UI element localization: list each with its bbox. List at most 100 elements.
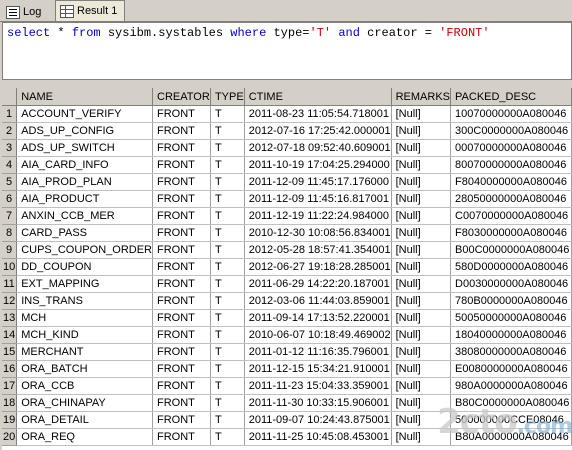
table-cell[interactable]: 2011-06-29 14:22:20.187001 xyxy=(244,275,392,293)
table-row[interactable]: 20 ORA_REQ FRONT T 2011-11-25 10:45:08.45300… xyxy=(2,428,572,446)
table-row[interactable]: 3 ADS_UP_SWITCH FRONT T 2012-07-18 09:52:40.… xyxy=(2,139,572,157)
table-cell[interactable]: 2011-12-09 11:45:16.817001 xyxy=(244,190,392,208)
table-cell[interactable]: FRONT xyxy=(152,190,211,208)
table-cell[interactable]: T xyxy=(210,156,245,174)
row-number[interactable]: 2 xyxy=(2,122,18,140)
table-row[interactable]: 14 MCH_KIND FRONT T 2010-06-07 10:18:49.4690… xyxy=(2,326,572,344)
row-number[interactable]: 9 xyxy=(2,241,18,259)
table-row[interactable]: 18 ORA_CHINAPAY FRONT T 2011-11-30 10:33:15.… xyxy=(2,394,572,412)
table-cell[interactable]: ORA_CHINAPAY xyxy=(16,394,153,412)
table-cell[interactable]: 780B0000000A080046 xyxy=(450,292,572,310)
table-row[interactable]: 10 DD_COUPON FRONT T 2012-06-27 19:18:28.285… xyxy=(2,258,572,276)
table-cell[interactable]: [Null] xyxy=(391,309,452,327)
table-cell[interactable]: [Null] xyxy=(391,360,452,378)
table-cell[interactable]: FRONT xyxy=(152,139,211,157)
table-cell[interactable]: FRONT xyxy=(152,258,211,276)
table-cell[interactable]: MCH xyxy=(16,309,153,327)
table-cell[interactable]: T xyxy=(210,173,245,191)
table-cell[interactable]: 50050000000A080046 xyxy=(450,309,572,327)
table-cell[interactable]: INS_TRANS xyxy=(16,292,153,310)
table-row[interactable]: 6 AIA_PRODUCT FRONT T 2011-12-09 11:45:16.81… xyxy=(2,190,572,208)
row-number[interactable]: 13 xyxy=(2,309,18,327)
table-cell[interactable]: ORA_REQ xyxy=(16,428,153,446)
table-cell[interactable]: DD_COUPON xyxy=(16,258,153,276)
table-cell[interactable]: AIA_CARD_INFO xyxy=(16,156,153,174)
table-cell[interactable]: T xyxy=(210,241,245,259)
table-cell[interactable]: FRONT xyxy=(152,105,211,123)
table-cell[interactable]: ORA_CCB xyxy=(16,377,153,395)
table-cell[interactable]: FRONT xyxy=(152,122,211,140)
table-cell[interactable]: [Null] xyxy=(391,105,452,123)
row-number[interactable]: 17 xyxy=(2,377,18,395)
table-cell[interactable]: FRONT xyxy=(152,343,211,361)
table-cell[interactable]: 2012-03-06 11:44:03.859001 xyxy=(244,292,392,310)
table-cell[interactable]: 28050000000A080046 xyxy=(450,190,572,208)
table-cell[interactable]: FRONT xyxy=(152,309,211,327)
table-cell[interactable]: 00070000000A080046 xyxy=(450,139,572,157)
row-number[interactable]: 10 xyxy=(2,258,18,276)
table-cell[interactable]: ADS_UP_SWITCH xyxy=(16,139,153,157)
table-row[interactable]: 5 AIA_PROD_PLAN FRONT T 2011-12-09 11:45:17.… xyxy=(2,173,572,191)
table-cell[interactable]: T xyxy=(210,275,245,293)
table-cell[interactable]: EXT_MAPPING xyxy=(16,275,153,293)
table-cell[interactable]: 2011-08-23 11:05:54.718001 xyxy=(244,105,392,123)
table-cell[interactable]: 2012-05-28 18:57:41.354001 xyxy=(244,241,392,259)
table-cell[interactable]: [Null] xyxy=(391,139,452,157)
row-number[interactable]: 15 xyxy=(2,343,18,361)
table-cell[interactable]: 2011-11-30 10:33:15.906001 xyxy=(244,394,392,412)
table-row[interactable]: 13 MCH FRONT T 2011-09-14 17:13:52.220001 [Nu… xyxy=(2,309,572,327)
table-cell[interactable]: [Null] xyxy=(391,190,452,208)
table-cell[interactable]: T xyxy=(210,105,245,123)
table-cell[interactable]: 18040000000A080046 xyxy=(450,326,572,344)
table-cell[interactable]: FRONT xyxy=(152,241,211,259)
table-cell[interactable]: 2011-11-25 10:45:08.453001 xyxy=(244,428,392,446)
column-header-remarks[interactable]: REMARKS xyxy=(391,88,452,106)
table-cell[interactable]: [Null] xyxy=(391,292,452,310)
table-cell[interactable]: 10070000000A080046 xyxy=(450,105,572,123)
table-cell[interactable]: 2010-06-07 10:18:49.469002 xyxy=(244,326,392,344)
table-cell[interactable]: T xyxy=(210,292,245,310)
row-number[interactable]: 4 xyxy=(2,156,18,174)
table-cell[interactable]: [Null] xyxy=(391,258,452,276)
table-cell[interactable]: D0030000000A080046 xyxy=(450,275,572,293)
table-cell[interactable]: C0070000000A080046 xyxy=(450,207,572,225)
table-row[interactable]: 1 ACCOUNT_VERIFY FRONT T 2011-08-23 11:05:54… xyxy=(2,105,572,123)
table-cell[interactable]: T xyxy=(210,394,245,412)
tab-result-1[interactable]: Result 1 xyxy=(55,0,125,21)
table-cell[interactable]: FRONT xyxy=(152,275,211,293)
row-number[interactable]: 20 xyxy=(2,428,18,446)
table-cell[interactable]: [Null] xyxy=(391,122,452,140)
row-number[interactable]: 3 xyxy=(2,139,18,157)
table-cell[interactable]: T xyxy=(210,190,245,208)
table-cell[interactable]: F8040000000A080046 xyxy=(450,173,572,191)
table-cell[interactable]: 2012-07-18 09:52:40.609001 xyxy=(244,139,392,157)
table-cell[interactable]: 38080000000A080046 xyxy=(450,343,572,361)
table-cell[interactable]: B80A0000000A080046 xyxy=(450,428,572,446)
table-cell[interactable]: [Null] xyxy=(391,411,452,429)
table-row[interactable]: 19 ORA_DETAIL FRONT T 2011-09-07 10:24:43.87… xyxy=(2,411,572,429)
column-header-ctime[interactable]: CTIME xyxy=(244,88,392,106)
table-cell[interactable]: MERCHANT xyxy=(16,343,153,361)
table-cell[interactable]: 2012-06-27 19:18:28.285001 xyxy=(244,258,392,276)
table-cell[interactable]: FRONT xyxy=(152,207,211,225)
table-cell[interactable]: FRONT xyxy=(152,428,211,446)
table-cell[interactable]: T xyxy=(210,360,245,378)
table-row[interactable]: 16 ORA_BATCH FRONT T 2011-12-15 15:34:21.910… xyxy=(2,360,572,378)
table-cell[interactable]: B80C0000000A080046 xyxy=(450,394,572,412)
table-cell[interactable]: 80070000000A080046 xyxy=(450,156,572,174)
table-cell[interactable]: B00C0000000A080046 xyxy=(450,241,572,259)
table-cell[interactable]: AIA_PRODUCT xyxy=(16,190,153,208)
pane-splitter[interactable] xyxy=(0,80,572,88)
table-cell[interactable]: CARD_PASS xyxy=(16,224,153,242)
table-cell[interactable]: FRONT xyxy=(152,394,211,412)
table-cell[interactable]: AIA_PROD_PLAN xyxy=(16,173,153,191)
row-number[interactable]: 19 xyxy=(2,411,18,429)
table-cell[interactable]: FRONT xyxy=(152,292,211,310)
table-cell[interactable]: T xyxy=(210,309,245,327)
row-number[interactable]: 11 xyxy=(2,275,18,293)
table-cell[interactable]: T xyxy=(210,207,245,225)
table-cell[interactable]: E0080000000A080046 xyxy=(450,360,572,378)
table-cell[interactable]: ORA_BATCH xyxy=(16,360,153,378)
table-cell[interactable]: 2011-09-07 10:24:43.875001 xyxy=(244,411,392,429)
table-cell[interactable]: 2011-09-14 17:13:52.220001 xyxy=(244,309,392,327)
